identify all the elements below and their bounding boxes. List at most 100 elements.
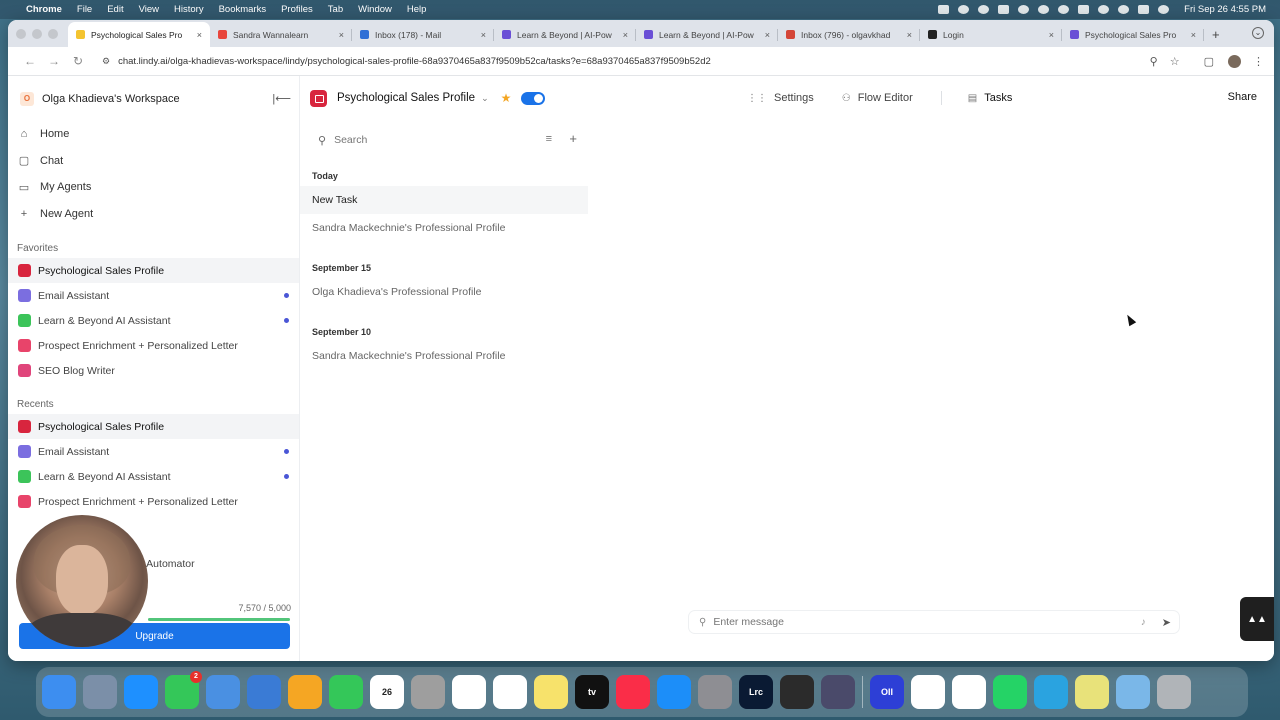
microphone-icon[interactable]: ♪ — [1141, 617, 1146, 628]
dock-app-icon[interactable] — [821, 675, 855, 709]
dock-app-icon[interactable] — [616, 675, 650, 709]
address-bar[interactable]: ⚙ chat.lindy.ai/olga-khadievas-workspace… — [96, 51, 1138, 72]
tab-search-icon[interactable]: ⌄ — [1252, 27, 1264, 39]
close-tab-icon[interactable]: × — [197, 30, 202, 40]
dock-app-icon[interactable] — [1075, 675, 1109, 709]
site-info-icon[interactable]: ⚙ — [102, 56, 110, 67]
sidebar-item-new-agent[interactable]: + New Agent — [8, 201, 299, 228]
forward-icon[interactable]: → — [42, 54, 66, 68]
dock-app-icon[interactable]: Lrc — [739, 675, 773, 709]
zoom-window-button[interactable] — [48, 28, 58, 39]
dock-app-icon[interactable] — [329, 675, 363, 709]
dock-app-icon[interactable] — [911, 675, 945, 709]
menu-item-window[interactable]: Window — [358, 4, 392, 15]
dock-app-icon[interactable] — [493, 675, 527, 709]
agent-title[interactable]: Psychological Sales Profile — [337, 92, 475, 104]
dock-app-icon[interactable]: OII — [870, 675, 904, 709]
menu-item-view[interactable]: View — [139, 4, 159, 15]
dock-app-icon[interactable] — [1116, 675, 1150, 709]
tab-settings[interactable]: ⋮⋮ Settings — [747, 92, 814, 104]
dock-app-icon[interactable] — [1157, 675, 1191, 709]
browser-tab[interactable]: Psychological Sales Pro × — [1062, 22, 1204, 47]
task-item[interactable]: Sandra Mackechnie's Professional Profile — [300, 214, 590, 242]
agent-item[interactable]: Email Assistant — [8, 283, 299, 308]
close-tab-icon[interactable]: × — [339, 30, 344, 40]
agent-item[interactable]: Psychological Sales Profile — [8, 414, 299, 439]
dock-app-icon[interactable] — [206, 675, 240, 709]
user-icon[interactable] — [1058, 5, 1070, 14]
close-tab-icon[interactable]: × — [481, 30, 486, 40]
send-icon[interactable]: ➤ — [1162, 616, 1171, 629]
favorite-star-icon[interactable]: ★ — [501, 91, 512, 105]
tab-tasks[interactable]: ▤ Tasks — [968, 92, 1013, 104]
dock-app-icon[interactable] — [534, 675, 568, 709]
dock-app-icon[interactable] — [124, 675, 158, 709]
dock-app-icon[interactable]: 26 — [370, 675, 404, 709]
bookmark-star-icon[interactable]: ☆ — [1170, 55, 1180, 68]
back-icon[interactable]: ← — [18, 54, 42, 68]
oii-icon[interactable] — [998, 5, 1010, 14]
dock-app-icon[interactable]: 2 — [165, 671, 202, 709]
attachment-icon[interactable]: ⚲ — [699, 617, 706, 628]
agent-item[interactable]: Psychological Sales Profile — [8, 258, 299, 283]
agent-item[interactable]: Prospect Enrichment + Personalized Lette… — [8, 489, 299, 514]
dock-app-icon[interactable] — [993, 675, 1027, 709]
agent-item[interactable]: Learn & Beyond AI Assistant — [8, 308, 299, 333]
siri-icon[interactable] — [1158, 5, 1170, 14]
menu-item-help[interactable]: Help — [407, 4, 427, 15]
share-button[interactable]: Share — [1228, 91, 1257, 103]
dock-app-icon[interactable] — [657, 675, 691, 709]
message-input[interactable] — [713, 616, 1141, 628]
filter-icon[interactable]: ≡ — [546, 133, 552, 145]
close-window-button[interactable] — [16, 28, 26, 39]
menu-item-bookmarks[interactable]: Bookmarks — [219, 4, 267, 15]
screen-icon[interactable] — [938, 5, 950, 14]
dock-app-icon[interactable] — [411, 675, 445, 709]
dock-app-icon[interactable] — [698, 675, 732, 709]
airdrop-icon[interactable] — [978, 5, 990, 14]
menu-item-file[interactable]: File — [77, 4, 92, 15]
browser-tab[interactable]: Learn & Beyond | AI-Pow × — [636, 22, 778, 47]
agent-item[interactable]: Prospect Enrichment + Personalized Lette… — [8, 333, 299, 358]
wifi-icon[interactable] — [1098, 5, 1110, 14]
browser-tab[interactable]: Inbox (796) - olgavkhad × — [778, 22, 920, 47]
task-item[interactable]: New Task — [300, 186, 588, 214]
browser-tab[interactable]: Psychological Sales Pro × — [68, 22, 210, 47]
close-tab-icon[interactable]: × — [1049, 30, 1054, 40]
record-icon[interactable] — [1018, 5, 1030, 14]
browser-tab[interactable]: Inbox (178) - Mail × — [352, 22, 494, 47]
sidebar-item-chat[interactable]: ▢ Chat — [8, 148, 299, 175]
add-task-icon[interactable]: + — [569, 131, 577, 146]
dock-app-icon[interactable]: tv — [575, 675, 609, 709]
menu-item-edit[interactable]: Edit — [107, 4, 123, 15]
close-tab-icon[interactable]: × — [907, 30, 912, 40]
menubar-clock[interactable]: Fri Sep 26 4:55 PM — [1184, 4, 1266, 15]
menu-app-name[interactable]: Chrome — [26, 4, 62, 15]
task-search-input[interactable] — [334, 134, 495, 146]
reload-icon[interactable]: ↻ — [66, 54, 90, 68]
menu-item-profiles[interactable]: Profiles — [281, 4, 313, 15]
task-item[interactable]: Sandra Mackechnie's Professional Profile — [300, 342, 590, 370]
zoom-icon[interactable]: ⚲ — [1150, 55, 1158, 68]
extensions-icon[interactable]: ▢ — [1204, 55, 1214, 68]
chevron-down-icon[interactable]: ⌄ — [481, 93, 489, 104]
agent-item[interactable]: SEO Blog Writer — [8, 358, 299, 383]
browser-tab[interactable]: Sandra Wannalearn × — [210, 22, 352, 47]
close-tab-icon[interactable]: × — [1191, 30, 1196, 40]
minimize-window-button[interactable] — [32, 28, 42, 39]
control-center-icon[interactable] — [1138, 5, 1150, 14]
tab-flow-editor[interactable]: ⚇ Flow Editor — [842, 92, 913, 104]
chrome-menu-icon[interactable]: ⋮ — [1253, 55, 1264, 68]
dock-app-icon[interactable] — [42, 675, 76, 709]
browser-tab[interactable]: Login × — [920, 22, 1062, 47]
sidebar-item-my-agents[interactable]: ▭ My Agents — [8, 174, 299, 201]
new-tab-icon[interactable]: + — [1212, 22, 1220, 47]
task-item[interactable]: Olga Khadieva's Professional Profile — [300, 278, 590, 306]
profile-avatar[interactable] — [1228, 54, 1241, 68]
dock-app-icon[interactable] — [83, 675, 117, 709]
wechat-icon[interactable] — [958, 5, 970, 14]
dock-app-icon[interactable] — [952, 675, 986, 709]
menu-item-tab[interactable]: Tab — [328, 4, 343, 15]
close-tab-icon[interactable]: × — [765, 30, 770, 40]
browser-tab[interactable]: Learn & Beyond | AI-Pow × — [494, 22, 636, 47]
